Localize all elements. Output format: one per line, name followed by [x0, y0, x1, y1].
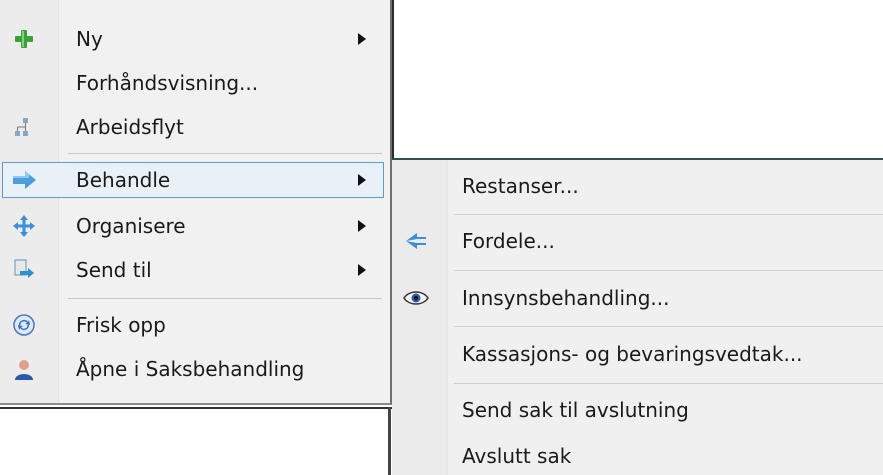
submenu-item-avslutt-sak[interactable]: Avslutt sak [392, 438, 883, 474]
menu-separator [68, 153, 382, 154]
menu-item-apne-i-saksbehandling[interactable]: Åpne i Saksbehandling [0, 351, 390, 387]
refresh-icon [10, 311, 38, 339]
submenu-arrow-icon [358, 174, 366, 186]
workflow-icon [10, 113, 38, 141]
move-arrows-icon [10, 212, 38, 240]
context-menu: Ny Forhåndsvisning... Arbeidsflyt Behand… [0, 0, 392, 405]
menu-item-label: Forhåndsvisning... [76, 71, 259, 95]
submenu-arrow-icon [358, 220, 366, 232]
submenu-item-fordele[interactable]: Fordele... [392, 223, 883, 259]
menu-item-send-til[interactable]: Send til [0, 252, 390, 288]
menu-item-label: Frisk opp [76, 313, 166, 337]
menu-item-label: Organisere [76, 214, 186, 238]
window-edge-vertical [388, 407, 391, 475]
submenu-item-innsynsbehandling[interactable]: Innsynsbehandling... [392, 280, 883, 316]
eye-icon [402, 284, 430, 312]
menu-item-arbeidsflyt[interactable]: Arbeidsflyt [0, 109, 390, 145]
process-arrow-icon [11, 166, 39, 194]
menu-item-label: Innsynsbehandling... [462, 286, 670, 310]
menu-item-label: Fordele... [462, 229, 555, 253]
menu-separator [454, 270, 883, 271]
submenu-item-send-sak-til-avslutning[interactable]: Send sak til avslutning [392, 392, 883, 428]
menu-item-label: Send sak til avslutning [462, 398, 689, 422]
green-plus-icon [10, 25, 38, 53]
menu-item-label: Kassasjons- og bevaringsvedtak... [462, 342, 803, 366]
send-to-icon [10, 256, 38, 284]
menu-item-label: Behandle [76, 168, 171, 192]
menu-item-frisk-opp[interactable]: Frisk opp [0, 307, 390, 343]
menu-item-label: Arbeidsflyt [76, 115, 184, 139]
menu-item-behandle[interactable]: Behandle [2, 162, 384, 198]
menu-separator [454, 214, 883, 215]
submenu-arrow-icon [358, 33, 366, 45]
menu-item-forhandsvisning[interactable]: Forhåndsvisning... [0, 65, 390, 101]
submenu-arrow-icon [358, 264, 366, 276]
submenu-item-kassasjons-og-bevaringsvedtak[interactable]: Kassasjons- og bevaringsvedtak... [392, 336, 883, 372]
menu-item-label: Avslutt sak [462, 444, 572, 468]
menu-separator [454, 383, 883, 384]
distribute-icon [402, 227, 430, 255]
submenu-item-restanser[interactable]: Restanser... [392, 168, 883, 204]
menu-separator [454, 326, 883, 327]
behandle-submenu: Restanser... Fordele... Innsynsbehandlin… [392, 158, 883, 475]
menu-item-label: Ny [76, 27, 103, 51]
menu-separator [68, 298, 382, 299]
menu-item-label: Åpne i Saksbehandling [76, 357, 305, 381]
window-edge-top [392, 0, 394, 158]
user-icon [10, 355, 38, 383]
menu-item-organisere[interactable]: Organisere [0, 208, 390, 244]
menu-item-ny[interactable]: Ny [0, 21, 390, 57]
window-edge-bottom-left [0, 407, 392, 409]
menu-item-label: Send til [76, 258, 152, 282]
menu-item-label: Restanser... [462, 174, 579, 198]
